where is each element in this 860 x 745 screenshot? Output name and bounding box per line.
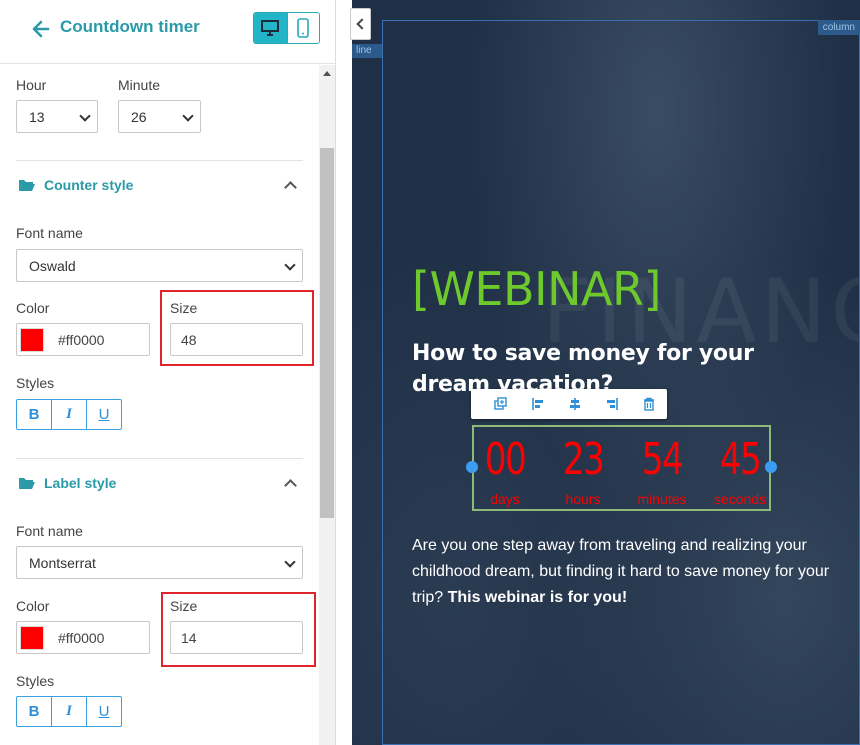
counter-font-value: Oswald bbox=[29, 257, 76, 274]
counter-style-buttons: B I U bbox=[16, 399, 122, 430]
counter-underline-button[interactable]: U bbox=[86, 400, 121, 429]
counter-color-label: Color bbox=[16, 300, 50, 316]
mobile-icon bbox=[297, 18, 310, 38]
editor-canvas: FINANCE line column [WEBINAR] How to sav… bbox=[352, 0, 860, 745]
folder-open-icon bbox=[18, 476, 36, 495]
counter-bold-button[interactable]: B bbox=[17, 400, 51, 429]
minute-value: 26 bbox=[131, 108, 147, 125]
label-font-value: Montserrat bbox=[29, 554, 96, 571]
align-right-button[interactable] bbox=[593, 389, 630, 419]
minute-label: Minute bbox=[118, 77, 161, 93]
panel-title: Countdown timer bbox=[60, 17, 200, 36]
counter-size-label: Size bbox=[170, 300, 198, 316]
minutes-value: 54 bbox=[641, 434, 684, 485]
label-color-swatch[interactable] bbox=[20, 625, 44, 650]
scroll-thumb[interactable] bbox=[320, 148, 334, 518]
counter-font-label: Font name bbox=[16, 225, 83, 241]
trash-icon bbox=[643, 397, 654, 411]
counter-color-value: #ff0000 bbox=[58, 331, 105, 348]
label-underline-button[interactable]: U bbox=[86, 697, 121, 726]
webinar-headline[interactable]: [WEBINAR] bbox=[412, 262, 661, 316]
resize-handle-right[interactable] bbox=[765, 461, 777, 473]
scroll-up-icon[interactable] bbox=[319, 65, 335, 81]
label-font-select[interactable]: Montserrat bbox=[16, 546, 303, 579]
align-right-icon bbox=[606, 398, 618, 410]
align-left-icon bbox=[531, 398, 543, 410]
label-color-label: Color bbox=[16, 598, 50, 614]
minutes-label: minutes bbox=[637, 491, 687, 507]
hour-label: Hour bbox=[16, 77, 47, 93]
align-center-icon bbox=[569, 398, 580, 410]
label-size-value: 14 bbox=[181, 629, 197, 646]
label-style-buttons: B I U bbox=[16, 696, 122, 727]
counter-italic-button[interactable]: I bbox=[51, 400, 86, 429]
align-left-button[interactable] bbox=[519, 389, 556, 419]
divider bbox=[16, 458, 303, 459]
device-toggle bbox=[253, 12, 320, 44]
delete-button[interactable] bbox=[630, 389, 667, 419]
label-size-label: Size bbox=[170, 598, 198, 614]
minute-select[interactable]: 26 bbox=[118, 100, 201, 133]
description-bold-text: This webinar is for you! bbox=[447, 589, 628, 606]
counter-style-title: Counter style bbox=[44, 177, 134, 193]
seconds-label: seconds bbox=[713, 491, 767, 507]
chevron-down-icon bbox=[284, 259, 296, 271]
collapse-panel-button[interactable] bbox=[350, 8, 371, 40]
chevron-up-icon bbox=[284, 181, 297, 194]
panel-scrollbar[interactable] bbox=[319, 65, 335, 745]
chevron-down-icon bbox=[182, 110, 194, 122]
counter-color-swatch[interactable] bbox=[20, 327, 44, 352]
label-size-input[interactable]: 14 bbox=[170, 621, 303, 654]
hour-select[interactable]: 13 bbox=[16, 100, 98, 133]
counter-styles-label: Styles bbox=[16, 375, 55, 391]
label-style-title: Label style bbox=[44, 475, 117, 491]
chevron-down-icon bbox=[79, 110, 91, 122]
label-style-header[interactable]: Label style bbox=[16, 472, 303, 496]
countdown-seconds: 45 seconds bbox=[705, 433, 775, 507]
panel-header: Countdown timer bbox=[0, 0, 335, 64]
countdown-hours: 23 hours bbox=[548, 433, 618, 507]
counter-size-input[interactable]: 48 bbox=[170, 323, 303, 356]
folder-open-icon bbox=[18, 178, 36, 197]
seconds-value: 45 bbox=[719, 434, 762, 485]
label-styles-label: Styles bbox=[16, 673, 55, 689]
chevron-up-icon bbox=[284, 479, 297, 492]
align-center-button[interactable] bbox=[556, 389, 593, 419]
label-color-field[interactable]: #ff0000 bbox=[16, 621, 150, 654]
days-label: days bbox=[490, 491, 520, 507]
chevron-down-icon bbox=[284, 556, 296, 568]
label-font-label: Font name bbox=[16, 523, 83, 539]
hour-value: 13 bbox=[29, 108, 45, 125]
resize-handle-left[interactable] bbox=[466, 461, 478, 473]
counter-font-select[interactable]: Oswald bbox=[16, 249, 303, 282]
countdown-minutes: 54 minutes bbox=[627, 433, 697, 507]
counter-style-header[interactable]: Counter style bbox=[16, 174, 303, 198]
hours-value: 23 bbox=[562, 434, 605, 485]
days-value: 00 bbox=[484, 434, 527, 485]
hours-label: hours bbox=[565, 491, 601, 507]
desktop-view-button[interactable] bbox=[254, 13, 287, 43]
settings-panel: Countdown timer Hour 13 Minute 26 Counte… bbox=[0, 0, 336, 745]
label-bold-button[interactable]: B bbox=[17, 697, 51, 726]
webinar-description[interactable]: Are you one step away from traveling and… bbox=[412, 533, 842, 611]
block-toolbar bbox=[471, 389, 667, 419]
line-tag[interactable]: line bbox=[352, 44, 382, 58]
duplicate-icon bbox=[493, 397, 507, 410]
divider bbox=[16, 160, 303, 161]
label-italic-button[interactable]: I bbox=[51, 697, 86, 726]
desktop-icon bbox=[261, 20, 280, 36]
duplicate-button[interactable] bbox=[482, 389, 519, 419]
counter-size-value: 48 bbox=[181, 331, 197, 348]
countdown-days: 00 days bbox=[470, 433, 540, 507]
column-tag[interactable]: column bbox=[817, 20, 860, 35]
back-arrow-icon[interactable] bbox=[30, 18, 52, 40]
mobile-view-button[interactable] bbox=[286, 13, 319, 43]
counter-color-field[interactable]: #ff0000 bbox=[16, 323, 150, 356]
label-color-value: #ff0000 bbox=[58, 629, 105, 646]
countdown-timer-block[interactable]: 00 days 23 hours 54 minutes 45 seconds bbox=[472, 425, 771, 511]
